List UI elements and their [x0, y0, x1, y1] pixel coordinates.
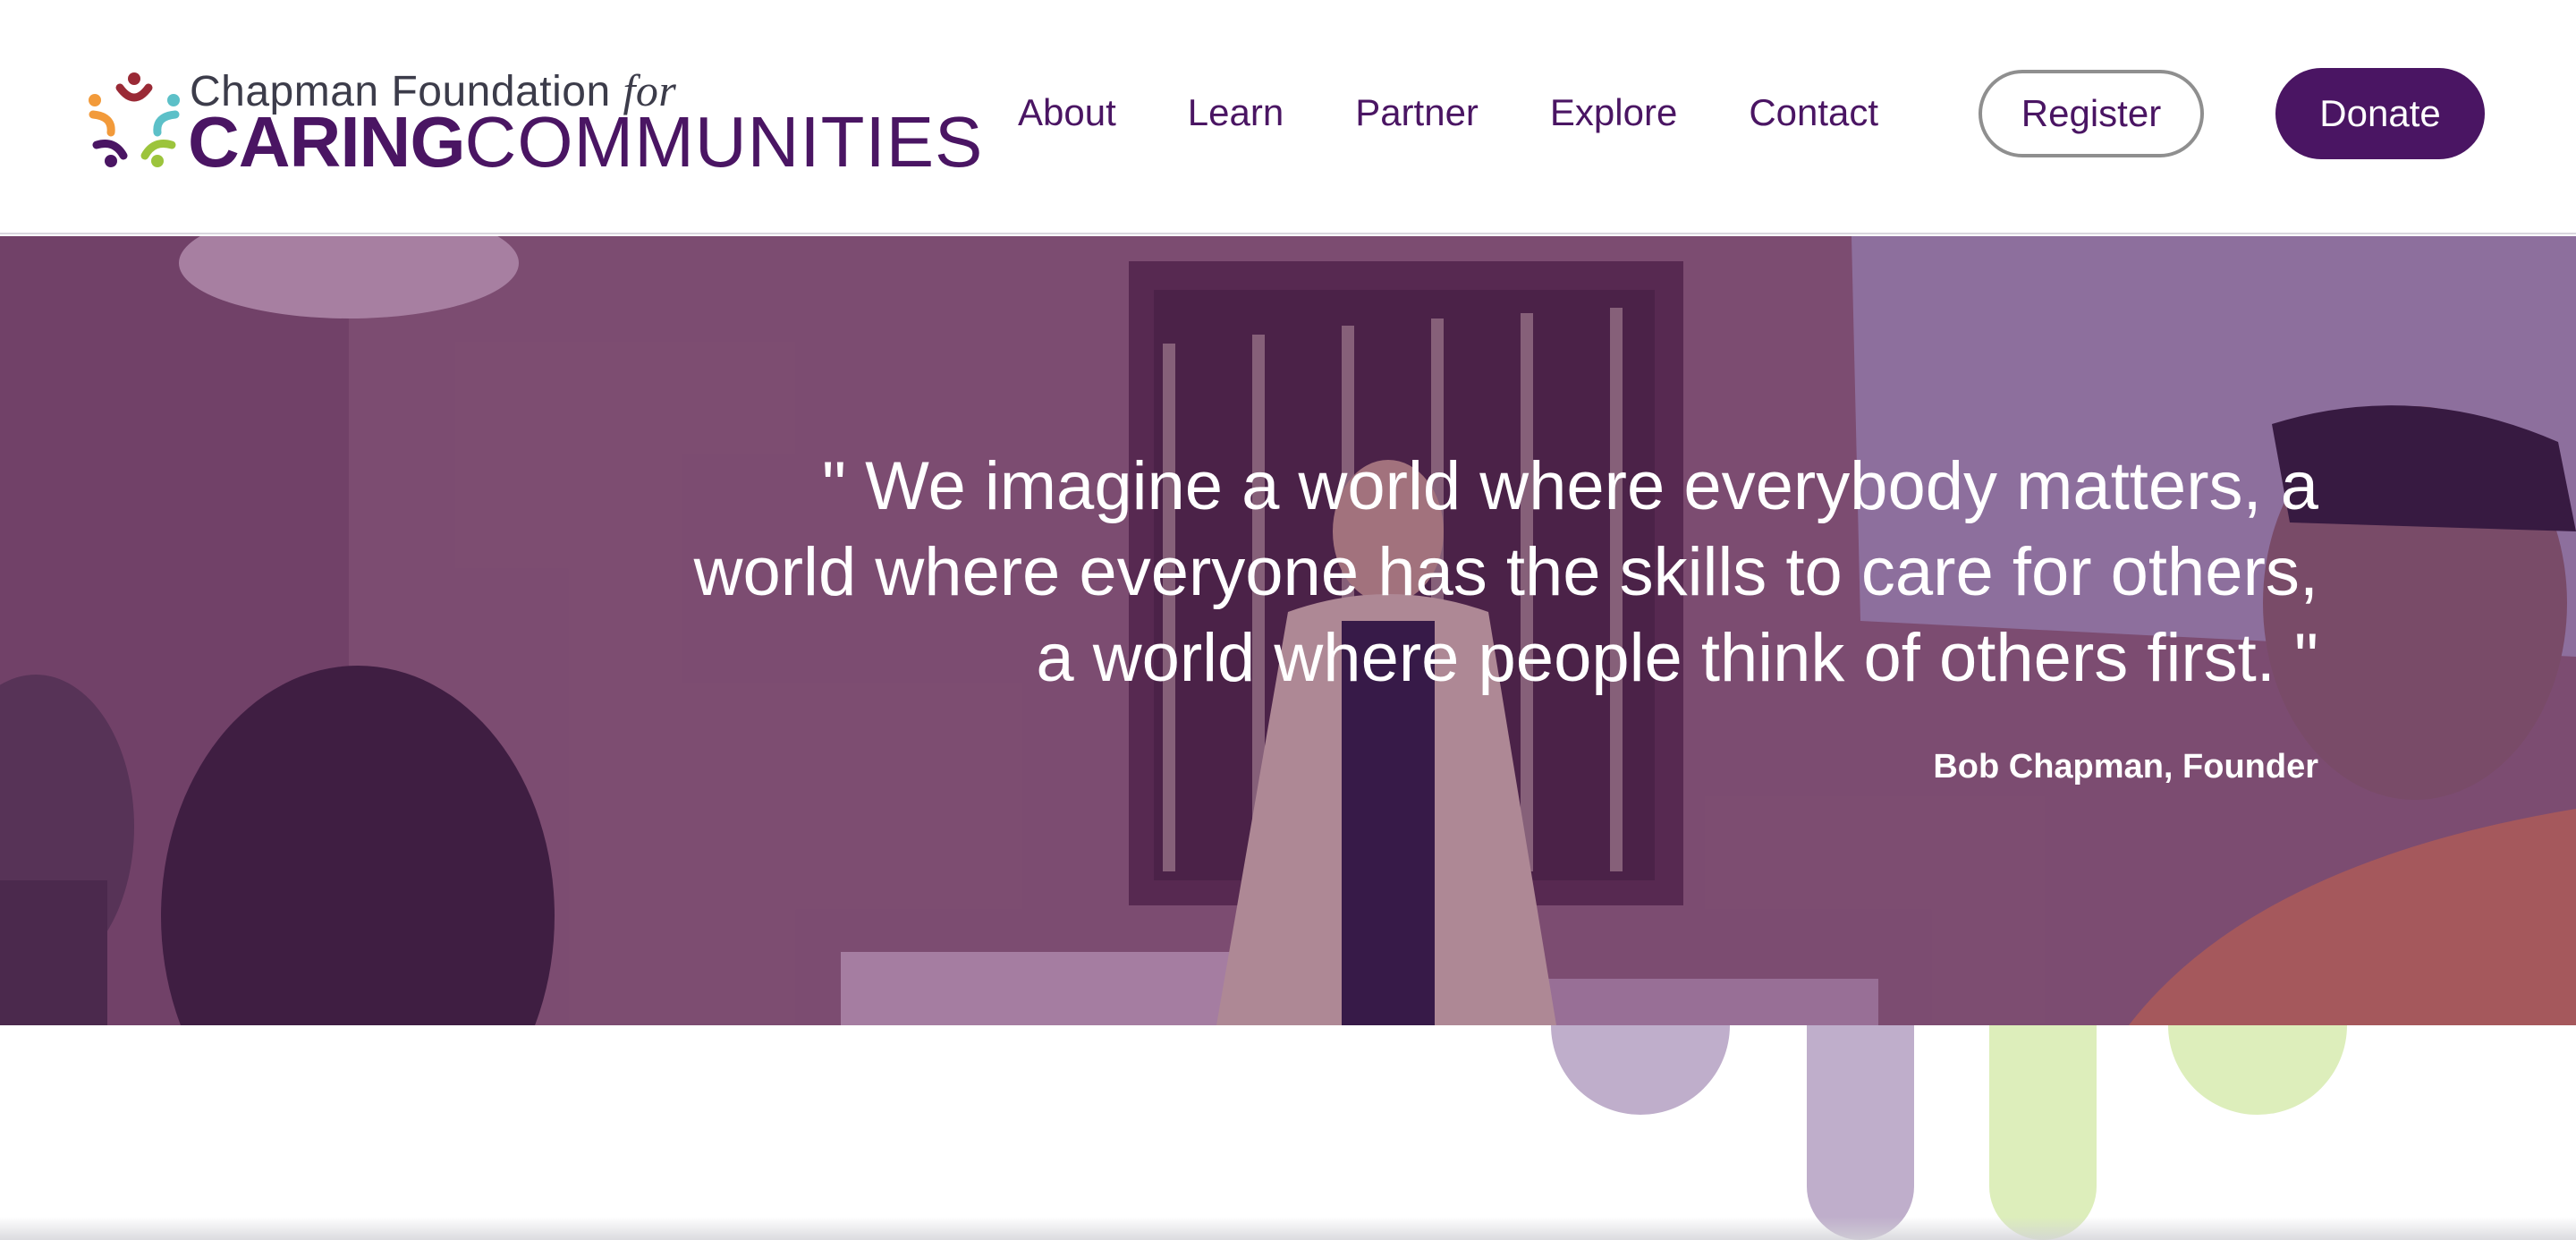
- deco-purple-pill: [1807, 1025, 1914, 1240]
- deco-purple-half-circle: [1551, 1025, 1730, 1115]
- logo-communities-text: COMMUNITIES: [464, 102, 984, 182]
- hero-banner: " We imagine a world where everybody mat…: [0, 236, 2576, 1025]
- nav-about[interactable]: About: [1018, 91, 1116, 134]
- donate-button[interactable]: Donate: [2275, 68, 2485, 159]
- nav-contact[interactable]: Contact: [1749, 91, 1878, 134]
- nav-explore[interactable]: Explore: [1550, 91, 1677, 134]
- decorative-shapes: [1551, 1025, 2347, 1240]
- site-logo[interactable]: Chapman Foundation for CARINGCOMMUNITIES: [84, 64, 982, 182]
- section-divider: [0, 1217, 2576, 1240]
- register-button[interactable]: Register: [1979, 70, 2204, 157]
- caring-communities-logo-icon: [89, 72, 180, 167]
- deco-green-pill: [1989, 1025, 2097, 1240]
- nav-learn[interactable]: Learn: [1188, 91, 1284, 134]
- logo-caring-text: CARING: [188, 102, 466, 182]
- nav-partner[interactable]: Partner: [1355, 91, 1479, 134]
- hero-quote: " We imagine a world where everybody mat…: [693, 448, 2318, 696]
- deco-green-half-circle: [2168, 1025, 2347, 1115]
- site-header: Chapman Foundation for CARINGCOMMUNITIES…: [0, 0, 2576, 234]
- logo-text-bottom: CARINGCOMMUNITIES: [188, 102, 983, 183]
- quote-attribution: Bob Chapman, Founder: [1933, 748, 2318, 786]
- main-nav: About Learn Partner Explore Contact: [1018, 86, 1950, 140]
